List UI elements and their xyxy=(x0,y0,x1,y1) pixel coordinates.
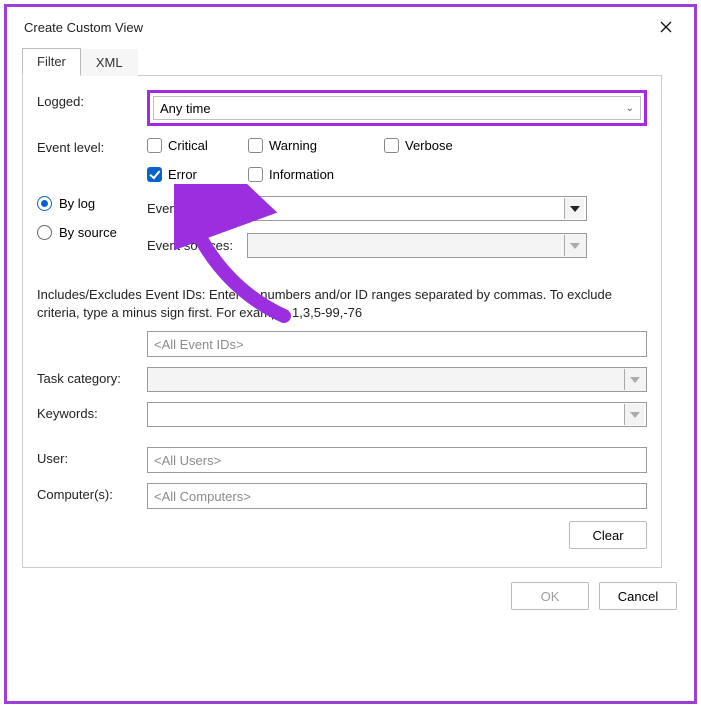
checkbox-icon xyxy=(147,167,162,182)
chevron-down-icon xyxy=(564,235,584,256)
event-sources-label: Event sources: xyxy=(147,238,247,253)
filter-panel: Logged: Any time ⌄ Event level: Critical… xyxy=(22,76,662,568)
checkbox-label: Critical xyxy=(168,138,208,153)
logged-highlight-box: Any time ⌄ xyxy=(147,90,647,126)
tab-row: Filter XML xyxy=(22,48,662,76)
radio-label: By source xyxy=(59,225,117,240)
cancel-button[interactable]: Cancel xyxy=(599,582,677,610)
event-level-label: Event level: xyxy=(37,136,147,155)
computers-label: Computer(s): xyxy=(37,483,147,502)
logged-value: Any time xyxy=(160,101,211,116)
task-category-dropdown[interactable] xyxy=(147,367,647,392)
checkbox-icon xyxy=(248,138,263,153)
checkbox-icon xyxy=(384,138,399,153)
logged-dropdown[interactable]: Any time ⌄ xyxy=(153,96,641,120)
event-ids-input[interactable]: <All Event IDs> xyxy=(147,331,647,357)
close-button[interactable] xyxy=(651,12,681,42)
titlebar: Create Custom View xyxy=(12,10,689,44)
event-ids-helptext: Includes/Excludes Event IDs: Enter ID nu… xyxy=(37,286,647,321)
event-sources-dropdown[interactable] xyxy=(247,233,587,258)
event-logs-dropdown[interactable] xyxy=(247,196,587,221)
checkbox-verbose[interactable]: Verbose xyxy=(384,138,484,153)
checkbox-icon xyxy=(147,138,162,153)
create-custom-view-dialog: Create Custom View Filter XML Logged: An… xyxy=(12,10,689,698)
event-level-group: Critical Warning Verbose Error Informati… xyxy=(147,138,484,182)
radio-label: By log xyxy=(59,196,95,211)
checkbox-information[interactable]: Information xyxy=(248,167,378,182)
radio-by-log[interactable]: By log xyxy=(37,196,147,211)
task-category-label: Task category: xyxy=(37,367,147,386)
user-label: User: xyxy=(37,447,147,466)
user-input[interactable]: <All Users> xyxy=(147,447,647,473)
logged-label: Logged: xyxy=(37,90,147,109)
checkbox-label: Warning xyxy=(269,138,317,153)
dialog-button-row: OK Cancel xyxy=(12,582,677,610)
checkbox-label: Verbose xyxy=(405,138,453,153)
tab-xml[interactable]: XML xyxy=(81,49,138,76)
tab-filter[interactable]: Filter xyxy=(22,48,81,76)
clear-button[interactable]: Clear xyxy=(569,521,647,549)
event-ids-spacer xyxy=(37,331,147,335)
checkbox-critical[interactable]: Critical xyxy=(147,138,242,153)
checkbox-warning[interactable]: Warning xyxy=(248,138,378,153)
checkbox-label: Information xyxy=(269,167,334,182)
computers-input[interactable]: <All Computers> xyxy=(147,483,647,509)
checkbox-icon xyxy=(248,167,263,182)
dialog-title: Create Custom View xyxy=(24,20,651,35)
ok-button[interactable]: OK xyxy=(511,582,589,610)
close-icon xyxy=(660,21,672,33)
radio-by-source[interactable]: By source xyxy=(37,225,147,240)
event-logs-label: Event logs: xyxy=(147,201,247,216)
checkbox-label: Error xyxy=(168,167,197,182)
checkbox-error[interactable]: Error xyxy=(147,167,242,182)
keywords-label: Keywords: xyxy=(37,402,147,421)
radio-icon xyxy=(37,225,52,240)
keywords-dropdown[interactable] xyxy=(147,402,647,427)
chevron-down-icon: ⌄ xyxy=(626,103,634,114)
chevron-down-icon xyxy=(564,198,584,219)
chevron-down-icon xyxy=(624,369,644,390)
chevron-down-icon xyxy=(624,404,644,425)
radio-icon xyxy=(37,196,52,211)
